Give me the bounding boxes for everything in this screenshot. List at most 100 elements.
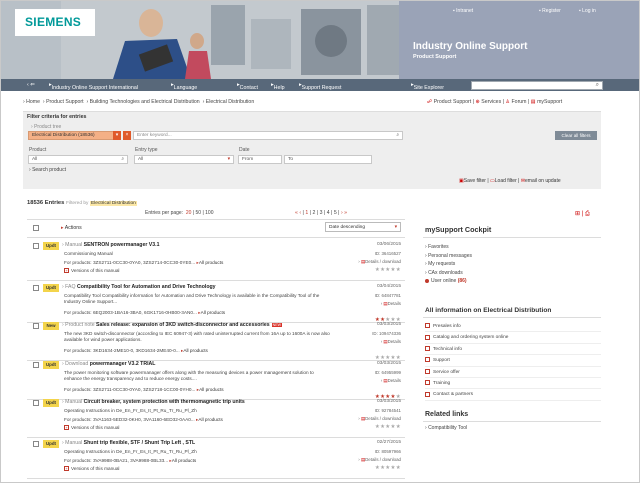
product-input[interactable]: All ⌕ — [28, 155, 128, 164]
register-link[interactable]: ▪ Register — [539, 8, 561, 14]
mysupport-link[interactable]: mySupport — [537, 99, 562, 105]
breadcrumb-electrical-distribution[interactable]: › Electrical Distribution — [203, 99, 255, 105]
entry-title[interactable]: › Download powermanager V3.2 TRIAL — [62, 361, 155, 367]
cockpit-personal-messages[interactable]: › Personal messages — [425, 252, 472, 261]
all-products-link[interactable]: All products — [183, 348, 208, 353]
versions-link[interactable]: + Versions of this manual — [64, 425, 119, 430]
allinfo-item[interactable]: Contact & partners — [425, 389, 601, 401]
clear-all-filters-button[interactable]: Clear all filters — [555, 131, 597, 140]
save-filter-link[interactable]: Save filter — [464, 178, 486, 184]
cockpit-user-online[interactable]: User online (86) — [425, 277, 472, 286]
star-icon[interactable]: ★ — [396, 267, 401, 273]
entry-checkbox[interactable] — [33, 400, 39, 406]
all-products-link[interactable]: All products — [199, 260, 224, 265]
details-link[interactable]: › ▤Details — [335, 301, 401, 307]
product-support-link[interactable]: Product Support — [434, 99, 472, 105]
entry-checkbox[interactable] — [33, 243, 39, 249]
back-icon[interactable]: ‹ ⇐ — [27, 82, 35, 88]
cockpit-favorites[interactable]: › Favorites — [425, 243, 472, 252]
entry-title[interactable]: › FAQ Compatibility Tool for Automation … — [62, 284, 216, 290]
nav-support-request[interactable]: ▸ Support Request — [299, 82, 341, 91]
login-link[interactable]: ▪ Log in — [579, 8, 596, 14]
actions-menu[interactable]: ▸ Actions — [61, 225, 82, 231]
product-search-icon[interactable]: ⌕ — [121, 156, 124, 164]
entry-type-select[interactable]: All ▾ — [134, 155, 234, 164]
product-tree-dropdown-icon[interactable]: ▾ — [113, 131, 121, 140]
allinfo-item[interactable]: Presales info — [425, 321, 601, 333]
details-link[interactable]: › ▤Details — [335, 378, 401, 384]
page-4[interactable]: 4 — [327, 210, 330, 216]
filter-tag[interactable]: Electrical Distribution — [90, 201, 137, 206]
allinfo-item[interactable]: Catalog and ordering system online — [425, 332, 601, 344]
forum-link[interactable]: Forum — [512, 99, 527, 105]
nav-contact[interactable]: ▸ Contact — [237, 82, 258, 91]
cockpit-cax-downloads[interactable]: › CAx downloads — [425, 269, 472, 278]
page-5[interactable]: 5 — [334, 210, 337, 216]
versions-link[interactable]: + Versions of this manual — [64, 466, 119, 471]
select-all-checkbox[interactable] — [33, 225, 39, 231]
date-from-input[interactable]: From — [238, 155, 282, 164]
products-link[interactable]: 3ZS2711-0CC30-0YA0, 3ZS2714-0CC30-0YE0..… — [93, 260, 195, 265]
intranet-link[interactable]: ▪ Intranet — [453, 8, 473, 14]
site-search-input[interactable]: ⌕ — [471, 81, 603, 90]
all-products-link[interactable]: All products — [172, 458, 197, 463]
sort-select[interactable]: Date descending ▾ — [325, 222, 401, 232]
product-tree-select[interactable]: Electrical Distribution (18536) — [28, 131, 121, 140]
prev-page-icon[interactable]: ‹ — [299, 210, 301, 216]
all-products-link[interactable]: All products — [201, 310, 226, 315]
services-link[interactable]: Services — [481, 99, 501, 105]
allinfo-item[interactable]: Training — [425, 378, 601, 390]
email-on-update-link[interactable]: email on update — [525, 178, 561, 184]
allinfo-item[interactable]: Technical info — [425, 344, 601, 356]
per-page-100[interactable]: 100 — [205, 210, 213, 216]
products-link[interactable]: 3VA1163-5ED32-0KH0, 3VA1160-6ED32-0AA0..… — [93, 417, 195, 422]
details-link[interactable]: › ▤Details / download — [335, 457, 401, 463]
products-link[interactable]: 6EQ2003-1BA16-3BA0, 6GK1716-0HB00-3AN0..… — [93, 310, 197, 315]
keyword-input[interactable]: Enter keyword... ⌕ — [133, 131, 403, 140]
breadcrumb-home[interactable]: › Home — [23, 99, 40, 105]
product-tree-remove-icon[interactable]: × — [123, 131, 131, 140]
nav-site-explorer[interactable]: ▸ Site Explorer — [411, 82, 444, 91]
entry-checkbox[interactable] — [33, 441, 39, 447]
keyword-search-icon[interactable]: ⌕ — [396, 132, 399, 140]
search-icon[interactable]: ⌕ — [596, 82, 599, 89]
products-link[interactable]: 3KD1634-2ME10-0, 3KD1634-2ME40-0... — [93, 348, 180, 353]
page-1[interactable]: 1 — [305, 210, 308, 216]
nav-help[interactable]: ▸ Help — [271, 82, 285, 91]
load-filter-link[interactable]: Load filter — [495, 178, 517, 184]
related-compatibility-tool[interactable]: › Compatibility Tool — [425, 425, 467, 431]
all-products-link[interactable]: All products — [198, 417, 223, 422]
first-page-icon[interactable]: « — [295, 210, 298, 216]
entry-checkbox[interactable] — [33, 362, 39, 368]
search-product-link[interactable]: › Search product — [29, 167, 66, 173]
rss-icon[interactable]: ⊞ — [575, 211, 580, 217]
entry-title[interactable]: › Manual Circuit breaker, system protect… — [62, 399, 245, 405]
products-link[interactable]: 3ZS2711-0CC30-0YA0, 3ZS2718-1CC00-0YH0..… — [93, 387, 195, 392]
nav-language[interactable]: ▸ Language — [171, 82, 197, 91]
date-to-input[interactable]: To — [284, 155, 372, 164]
entry-title[interactable]: › Manual SENTRON powermanager V3.1 — [62, 242, 159, 248]
per-page-20[interactable]: 20 — [186, 210, 192, 216]
last-page-icon[interactable]: » — [344, 210, 347, 216]
entry-title[interactable]: › Manual Shunt trip flexible, STF / Shun… — [62, 440, 195, 446]
cockpit-my-requests[interactable]: › My requests — [425, 260, 472, 269]
details-link[interactable]: › ▤Details / download — [335, 259, 401, 265]
allinfo-item[interactable]: Service offer — [425, 367, 601, 378]
entry-checkbox[interactable] — [33, 323, 39, 329]
breadcrumb-product-support[interactable]: › Product Support — [43, 99, 84, 105]
versions-link[interactable]: + Versions of this manual — [64, 268, 119, 273]
page-3[interactable]: 3 — [320, 210, 323, 216]
entry-title[interactable]: › Product note Sales release: expansion … — [62, 322, 282, 328]
products-link[interactable]: 3VA9988-0BA21, 3VA9988-0BL33... — [93, 458, 168, 463]
nav-international[interactable]: ▸ Industry Online Support International — [49, 82, 138, 91]
print-icon[interactable]: ⎙ — [585, 211, 590, 217]
allinfo-item[interactable]: Support — [425, 355, 601, 367]
entry-checkbox[interactable] — [33, 285, 39, 291]
breadcrumb-building-tech[interactable]: › Building Technologies and Electrical D… — [86, 99, 199, 105]
next-page-icon[interactable]: › — [341, 210, 343, 216]
details-link[interactable]: › ▤Details / download — [335, 416, 401, 422]
star-icon[interactable]: ★ — [396, 424, 401, 430]
per-page-50[interactable]: 50 — [196, 210, 202, 216]
star-icon[interactable]: ★ — [396, 465, 401, 471]
siemens-logo[interactable]: SIEMENS — [25, 15, 81, 29]
